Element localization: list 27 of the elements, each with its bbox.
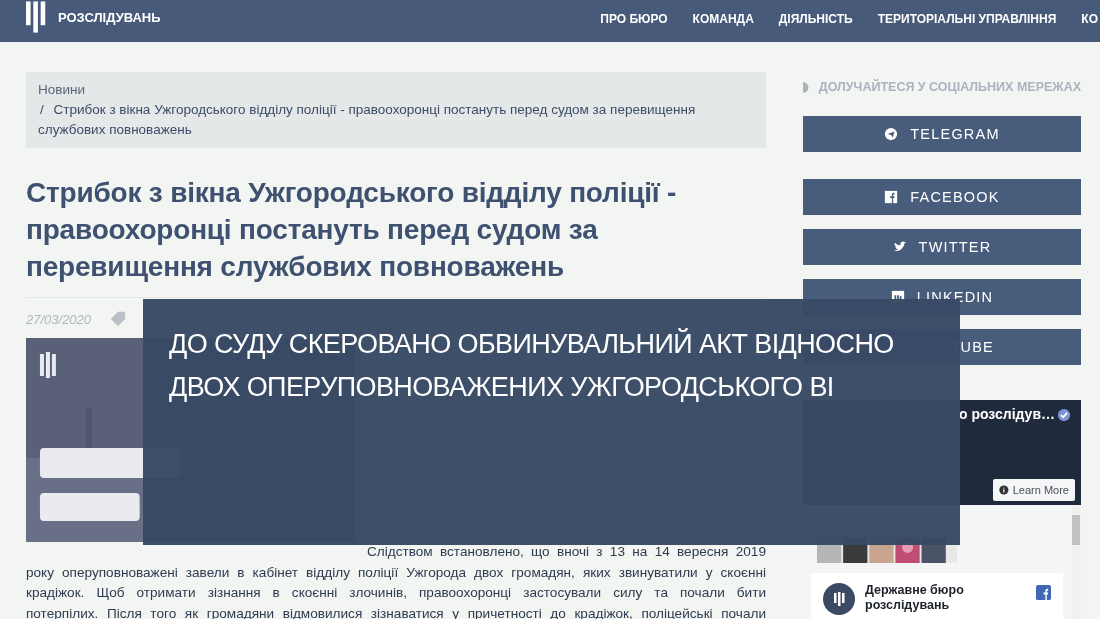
nav-link[interactable]: КО xyxy=(1081,12,1098,26)
logo-icon[interactable] xyxy=(26,0,48,34)
social-button[interactable]: TWITTER xyxy=(803,229,1081,265)
page-avatar xyxy=(823,583,855,615)
caption-text: ДО СУДУ СКЕРОВАНО ОБВИНУВАЛЬНИЙ АКТ ВІДНОСНО ДВОХ ОПЕРУПОВНОВАЖЕНИХ УЖГОРОДСЬКОГО ВІ xyxy=(169,327,894,404)
sidebar-heading: ДОЛУЧАЙТЕСЯ У СОЦІАЛЬНИХ МЕРЕЖАХ xyxy=(818,80,1081,94)
nav-link[interactable]: ТЕРИТОРІАЛЬНІ УПРАВЛІННЯ xyxy=(877,12,1057,26)
nav-link[interactable]: ДІЯЛЬНІСТЬ xyxy=(778,12,853,26)
breadcrumb-current: / Стрибок з вікна Ужгородського відділу поліції - правоохоронці постануть перед судом за перевищення службових повноважень xyxy=(38,101,697,139)
learn-more-button[interactable]: Learn More xyxy=(993,479,1075,501)
bird-icon xyxy=(892,240,907,254)
facebook-icon xyxy=(884,190,899,204)
article-date: 27/03/2020 xyxy=(26,311,92,327)
article-title: Стрибок з вікна Ужгородського відділу поліції - правоохоронці постануть перед судом за перевищення службових повноважень xyxy=(26,176,678,284)
facebook-icon xyxy=(1036,585,1051,600)
nav-link[interactable]: КОМАНДА xyxy=(692,12,754,26)
nav-link[interactable]: ПРО БЮРО xyxy=(600,12,668,26)
tag-icon xyxy=(109,310,128,328)
verified-icon xyxy=(1057,408,1071,422)
breadcrumb-link[interactable]: Новини xyxy=(38,80,754,100)
scrollbar[interactable] xyxy=(1071,505,1081,619)
logo-text[interactable]: РОЗСЛІДУВАНЬ xyxy=(58,10,161,25)
page-name[interactable]: о розслідув… xyxy=(959,406,1055,422)
info-icon xyxy=(999,484,1009,496)
social-button[interactable]: FACEBOOK xyxy=(803,179,1081,215)
social-button[interactable]: TELEGRAM xyxy=(803,116,1081,152)
send-icon xyxy=(884,127,899,141)
